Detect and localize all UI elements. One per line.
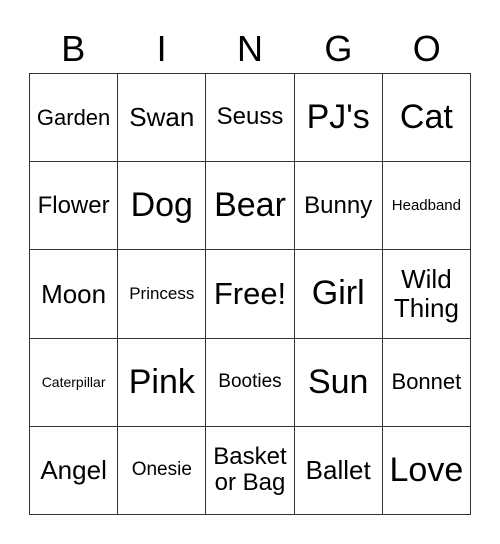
bingo-cell: Dog	[118, 162, 207, 251]
bingo-cell: Swan	[118, 74, 207, 163]
bingo-cell: Cat	[382, 74, 471, 163]
bingo-card-grid: Garden Swan Seuss PJ's Cat Flower Dog Be…	[29, 73, 471, 515]
bingo-cell: Bonnet	[382, 338, 471, 427]
bingo-cell: Bunny	[294, 162, 383, 251]
bingo-cell: Moon	[30, 250, 119, 339]
header-letter-g: G	[324, 28, 353, 69]
bingo-cell: Caterpillar	[30, 338, 119, 427]
bingo-cell: Onesie	[118, 426, 207, 515]
bingo-cell: Booties	[206, 338, 295, 427]
bingo-cell: Love	[382, 426, 471, 515]
bingo-cell: Wild Thing	[382, 250, 471, 339]
bingo-cell: Bear	[206, 162, 295, 251]
bingo-cell: Headband	[382, 162, 471, 251]
bingo-header: B I N G O	[29, 26, 471, 72]
free-space-cell: Free!	[206, 250, 295, 339]
bingo-cell: Basket or Bag	[206, 426, 295, 515]
bingo-cell: Pink	[118, 338, 207, 427]
header-letter-o: O	[412, 28, 441, 69]
header-letter-n: N	[236, 28, 263, 69]
header-letter-i: I	[156, 28, 167, 69]
bingo-cell: PJ's	[294, 74, 383, 163]
bingo-cell: Sun	[294, 338, 383, 427]
bingo-cell: Princess	[118, 250, 207, 339]
bingo-cell: Ballet	[294, 426, 383, 515]
header-letter-b: B	[61, 28, 86, 69]
bingo-cell: Garden	[30, 74, 119, 163]
bingo-cell: Seuss	[206, 74, 295, 163]
bingo-cell: Girl	[294, 250, 383, 339]
bingo-cell: Angel	[30, 426, 119, 515]
bingo-cell: Flower	[30, 162, 119, 251]
